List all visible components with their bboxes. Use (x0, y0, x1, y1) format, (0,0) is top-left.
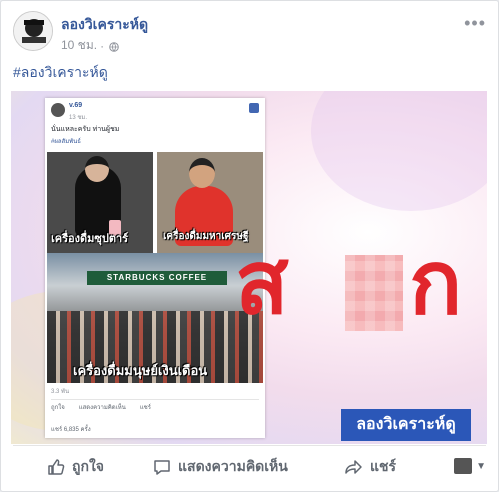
page-name-link[interactable]: ลองวิเคราะห์ดู (61, 14, 148, 36)
chevron-down-icon: ▼ (476, 460, 486, 472)
thumbs-up-icon (48, 459, 65, 475)
embedded-share: แชร์ (139, 405, 151, 411)
post-as-selector[interactable]: ▼ (454, 458, 486, 474)
share-label: แชร์ (370, 458, 397, 474)
big-red-text: ส ก (235, 229, 487, 369)
embedded-badge-icon (249, 103, 259, 113)
caption-salaryman: เครื่องดื่มมนุษย์เงินเดือน (73, 363, 208, 378)
embedded-actions: ถูกใจ แสดงความคิดเห็น แชร์ (51, 399, 259, 411)
post-image[interactable]: v.69 13 ชม. นั่นแหละครับ ท่านผู้ชม #ผลสั… (11, 91, 487, 444)
embedded-like: ถูกใจ (51, 405, 65, 411)
embedded-name: v.69 (69, 102, 83, 109)
censored-mosaic-overlay (345, 255, 403, 331)
share-arrow-icon (345, 460, 362, 474)
embedded-avatar (51, 103, 65, 117)
like-label: ถูกใจ (72, 458, 104, 474)
big-glyph-right: ก (409, 231, 463, 334)
big-glyph-left: ส (235, 231, 289, 334)
decorative-swirl (311, 91, 487, 211)
post-card: ลองวิเคราะห์ดู 10 ชม. · ••• #ลองวิเคราะห… (0, 0, 499, 492)
viewer-avatar (454, 458, 473, 474)
embedded-text: นั่นแหละครับ ท่านผู้ชม (51, 126, 120, 133)
embedded-share-count: แชร์ 6,835 ครั้ง (51, 427, 91, 433)
globe-icon[interactable] (109, 41, 119, 52)
like-button[interactable]: ถูกใจ (47, 456, 104, 478)
embedded-tag: #ผลสัมพันธ์ (51, 139, 81, 145)
embedded-comment: แสดงความคิดเห็น (78, 405, 126, 411)
more-dots-icon[interactable]: ••• (464, 13, 486, 34)
embedded-reactions: 3.3 พัน (51, 389, 70, 395)
comment-button[interactable]: แสดงความคิดเห็น (153, 456, 288, 478)
meta-separator: · (100, 38, 105, 53)
action-bar: ถูกใจ แสดงความคิดเห็น แชร์ ▼ (13, 445, 486, 487)
page-avatar[interactable] (13, 11, 53, 51)
embedded-time: 13 ชม. (69, 115, 88, 121)
embedded-post-screenshot: v.69 13 ชม. นั่นแหละครับ ท่านผู้ชม #ผลสั… (45, 98, 265, 438)
comment-label: แสดงความคิดเห็น (178, 458, 288, 474)
caption-superstar: เครื่องดื่มซุปตาร์ (51, 233, 129, 245)
post-meta: 10 ชม. · (61, 36, 119, 55)
post-hashtag-link[interactable]: #ลองวิเคราะห์ดู (13, 62, 108, 84)
share-button[interactable]: แชร์ (345, 456, 396, 478)
person-head (189, 158, 215, 188)
brand-label: ลองวิเคราะห์ดู (341, 409, 471, 441)
person-head (85, 156, 109, 182)
comment-icon (154, 460, 170, 475)
post-time[interactable]: 10 ชม. (61, 36, 97, 55)
store-sign: STARBUCKS COFFEE (87, 271, 227, 285)
post-header: ลองวิเคราะห์ดู 10 ชม. · ••• (13, 11, 486, 55)
